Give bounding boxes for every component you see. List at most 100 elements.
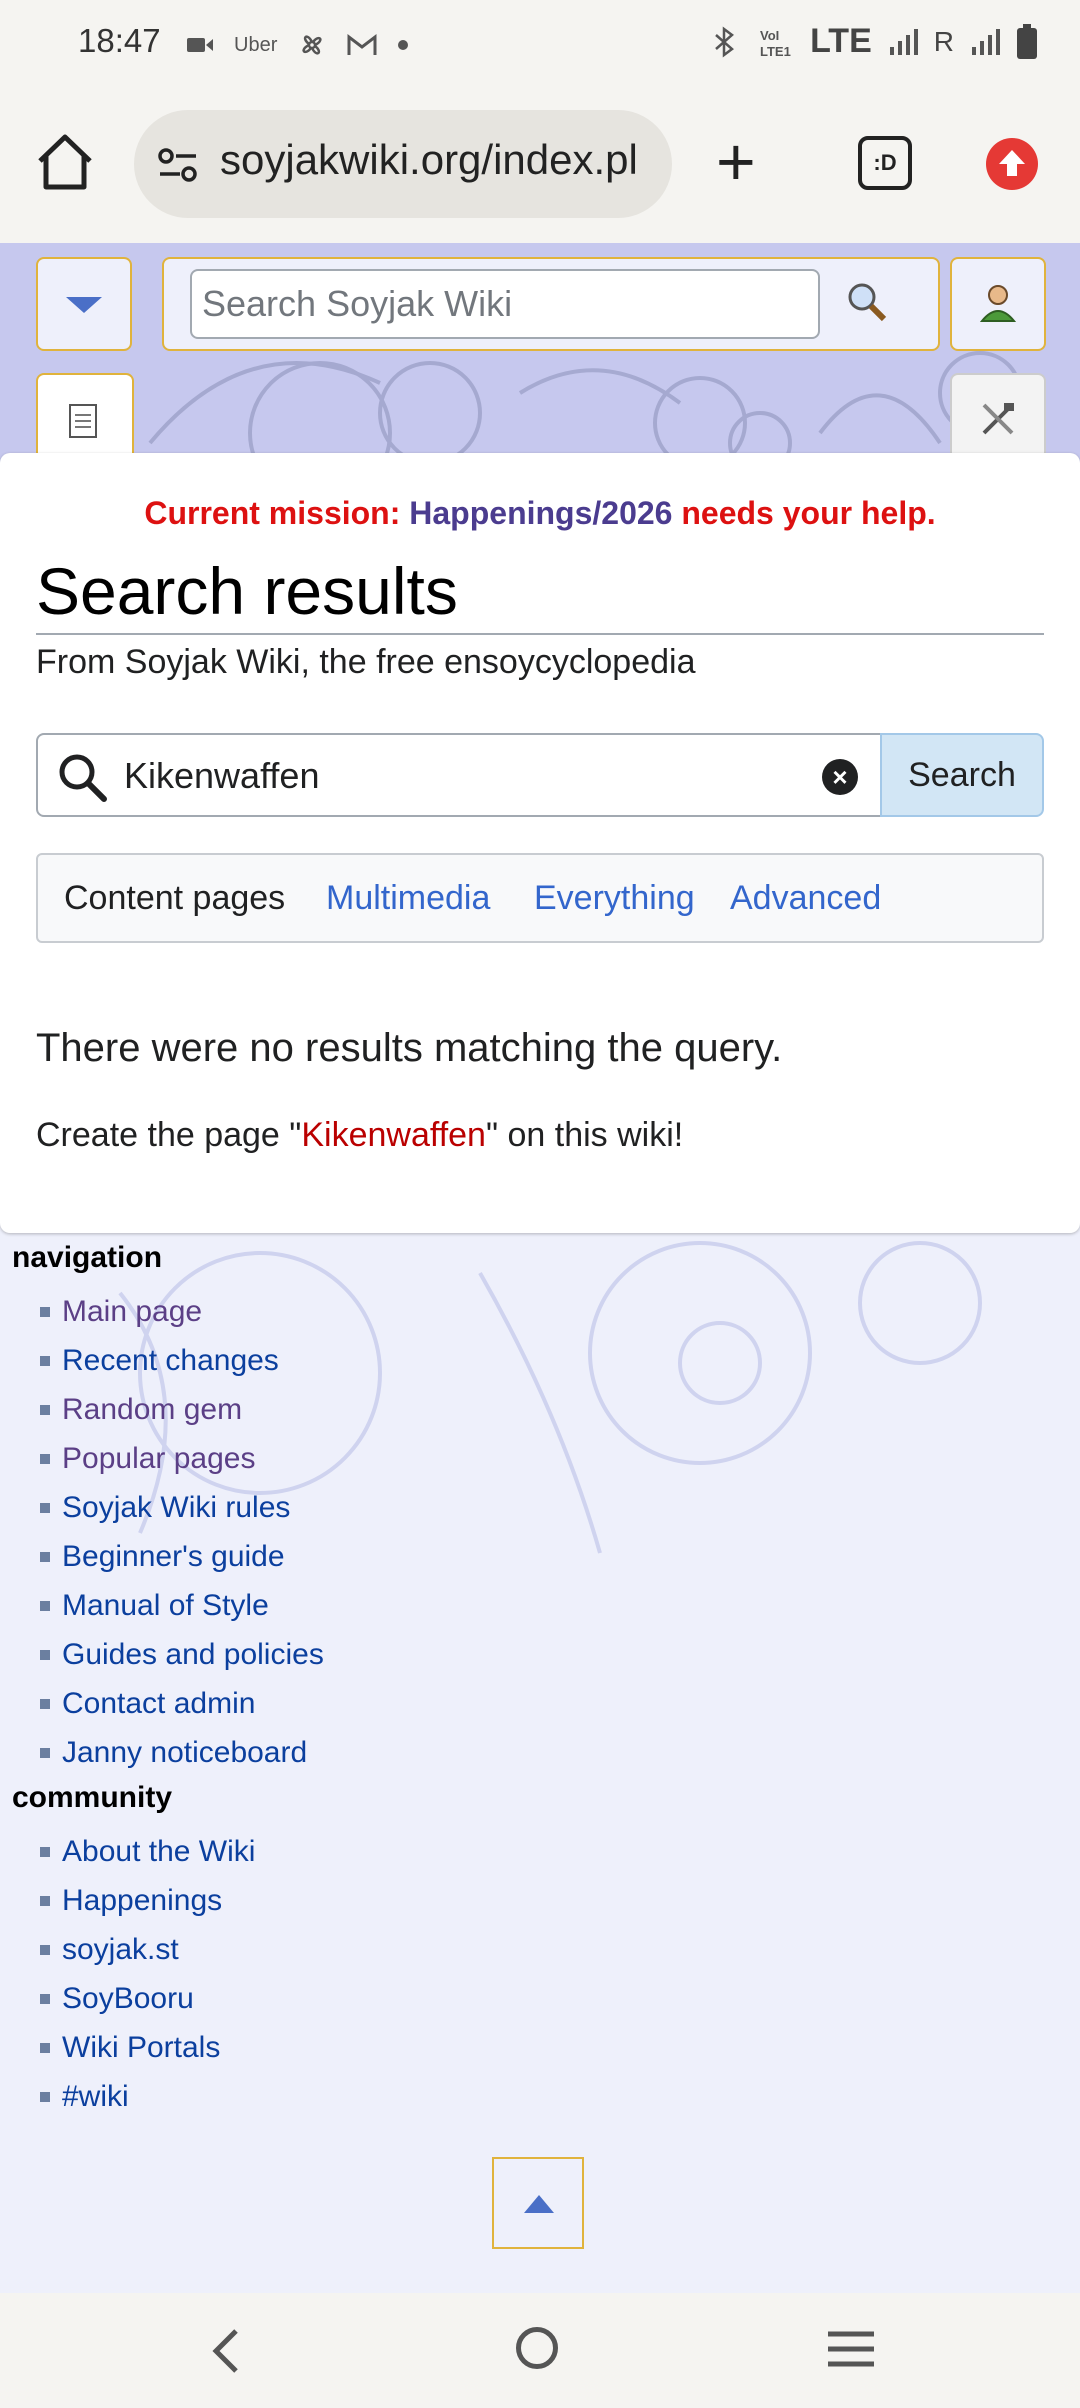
sidebar-item-label[interactable]: SoyBooru	[62, 1982, 194, 2016]
page-title: Search results	[36, 553, 1044, 635]
update-button[interactable]	[986, 138, 1038, 190]
sidebar-item-label[interactable]: Manual of Style	[62, 1589, 269, 1623]
scroll-to-top-button[interactable]	[492, 2157, 584, 2249]
sidebar-item-beginners-guide[interactable]: Beginner's guide	[40, 1532, 324, 1581]
bluetooth-icon	[715, 26, 735, 57]
sidebar-item-happenings[interactable]: Happenings	[40, 1876, 255, 1925]
tab-content-pages[interactable]: Content pages	[64, 879, 285, 918]
back-icon[interactable]	[206, 2327, 246, 2375]
status-time: 18:47	[78, 22, 161, 59]
status-bar: 18:47 Uber VoI LTE1 LTE R	[0, 0, 1080, 86]
sidebar-item-soybooru[interactable]: SoyBooru	[40, 1974, 255, 2023]
video-icon	[187, 38, 213, 52]
new-tab-button[interactable]: +	[716, 128, 756, 196]
tools-icon	[982, 403, 1014, 435]
sitenotice: Current mission: Happenings/2026 needs y…	[0, 495, 1080, 532]
sidebar-item-guides-policies[interactable]: Guides and policies	[40, 1630, 324, 1679]
no-results-message: There were no results matching the query…	[36, 1026, 783, 1070]
system-icons: VoI LTE1 LTE R	[708, 22, 1038, 61]
sidebar-item-about[interactable]: About the Wiki	[40, 1827, 255, 1876]
sidebar-item-soyjak-st[interactable]: soyjak.st	[40, 1925, 255, 1974]
sidebar-item-label[interactable]: Happenings	[62, 1884, 222, 1918]
navigation-heading: navigation	[12, 1241, 163, 1274]
mission-suffix: needs your help.	[672, 495, 936, 531]
svg-text:VoI: VoI	[760, 28, 779, 43]
sidebar-item-label[interactable]: Janny noticeboard	[62, 1736, 307, 1770]
search-icon	[59, 754, 107, 802]
sidebar-item-rules[interactable]: Soyjak Wiki rules	[40, 1483, 324, 1532]
mission-prefix: Current mission:	[144, 495, 410, 531]
community-list: About the Wiki Happenings soyjak.st SoyB…	[40, 1827, 255, 2121]
fan-icon	[302, 35, 322, 55]
mission-link[interactable]: Happenings/2026	[409, 495, 672, 531]
user-icon	[979, 285, 1017, 322]
network-type: LTE	[810, 22, 872, 60]
create-suffix: " on this wiki!	[485, 1116, 684, 1154]
search-button[interactable]: Search	[880, 733, 1044, 817]
sidebar-item-wiki-channel[interactable]: #wiki	[40, 2072, 255, 2121]
sidebar-item-label[interactable]: Main page	[62, 1295, 202, 1329]
sidebar-item-main-page[interactable]: Main page	[40, 1287, 324, 1336]
search-form: Kikenwaffen × Search	[36, 733, 1044, 817]
uber-icon: Uber	[234, 33, 278, 56]
sidebar: navigation Main page Recent changes Rand…	[0, 1233, 1080, 2293]
dot-icon	[398, 40, 409, 50]
search-query-text: Kikenwaffen	[124, 755, 320, 796]
notification-icons: Uber	[186, 30, 409, 60]
tools-tab[interactable]	[950, 373, 1046, 463]
system-nav-bar	[0, 2293, 1080, 2408]
sidebar-item-random-gem[interactable]: Random gem	[40, 1385, 324, 1434]
header-search-input[interactable]: Search Soyjak Wiki	[190, 269, 820, 339]
gmail-icon	[347, 33, 377, 55]
chevron-up-icon	[524, 2195, 554, 2213]
arrow-up-icon	[999, 150, 1025, 176]
navigation-list: Main page Recent changes Random gem Popu…	[40, 1287, 324, 1777]
sidebar-item-label[interactable]: soyjak.st	[62, 1933, 179, 1967]
create-page-link[interactable]: Kikenwaffen	[301, 1116, 486, 1154]
signal-icon-2	[972, 28, 1000, 55]
site-settings-icon[interactable]	[158, 148, 198, 182]
home-circle-icon[interactable]	[516, 2327, 558, 2369]
sidebar-item-janny-noticeboard[interactable]: Janny noticeboard	[40, 1728, 324, 1777]
sidebar-item-label[interactable]: Random gem	[62, 1393, 242, 1427]
browser-toolbar: soyjakwiki.org/index.pl + :D	[0, 86, 1080, 243]
sidebar-item-label[interactable]: Recent changes	[62, 1344, 279, 1378]
sidebar-item-label[interactable]: Contact admin	[62, 1687, 255, 1721]
wiki-header: Search Soyjak Wiki	[0, 243, 1080, 463]
address-bar[interactable]: soyjakwiki.org/index.pl	[134, 110, 672, 218]
sidebar-item-manual-of-style[interactable]: Manual of Style	[40, 1581, 324, 1630]
menu-toggle-button[interactable]	[36, 257, 132, 351]
battery-icon	[1017, 23, 1037, 59]
page-tab[interactable]	[36, 373, 134, 463]
sidebar-item-label[interactable]: Wiki Portals	[62, 2031, 220, 2065]
create-page-notice: Create the page "Kikenwaffen" on this wi…	[36, 1116, 683, 1155]
tab-advanced[interactable]: Advanced	[730, 879, 881, 918]
recents-icon[interactable]	[826, 2329, 876, 2369]
sidebar-item-label[interactable]: Guides and policies	[62, 1638, 324, 1672]
url-text: soyjakwiki.org/index.pl	[220, 136, 638, 183]
sidebar-item-wiki-portals[interactable]: Wiki Portals	[40, 2023, 255, 2072]
sidebar-item-label[interactable]: About the Wiki	[62, 1835, 255, 1869]
home-icon[interactable]	[34, 131, 96, 193]
sidebar-item-recent-changes[interactable]: Recent changes	[40, 1336, 324, 1385]
clear-icon[interactable]: ×	[822, 759, 858, 795]
svg-text:LTE1: LTE1	[760, 44, 791, 59]
sidebar-item-label[interactable]: Beginner's guide	[62, 1540, 285, 1574]
user-menu-button[interactable]	[950, 257, 1046, 351]
chevron-down-icon	[66, 297, 102, 313]
tab-switcher-button[interactable]: :D	[858, 136, 912, 190]
create-prefix: Create the page "	[36, 1116, 302, 1154]
search-icon[interactable]	[844, 279, 888, 323]
document-icon	[69, 404, 97, 438]
sidebar-item-label[interactable]: Popular pages	[62, 1442, 255, 1476]
sidebar-item-label[interactable]: #wiki	[62, 2080, 129, 2114]
tab-everything[interactable]: Everything	[534, 879, 695, 918]
search-input[interactable]: Kikenwaffen ×	[36, 733, 882, 817]
sidebar-item-contact-admin[interactable]: Contact admin	[40, 1679, 324, 1728]
main-content: Current mission: Happenings/2026 needs y…	[0, 453, 1080, 1233]
sidebar-item-label[interactable]: Soyjak Wiki rules	[62, 1491, 290, 1525]
volte-icon: VoILTE1	[760, 28, 791, 59]
sidebar-item-popular-pages[interactable]: Popular pages	[40, 1434, 324, 1483]
tab-multimedia[interactable]: Multimedia	[326, 879, 490, 918]
roaming-indicator: R	[933, 25, 954, 57]
